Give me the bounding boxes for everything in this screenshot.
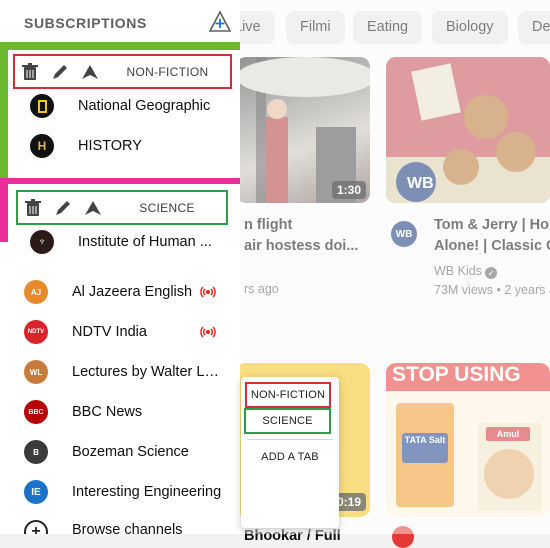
chip-more[interactable]: De [518, 11, 550, 44]
natgeo-avatar [30, 94, 54, 118]
sidebar-channel-item[interactable]: IE Interesting Engineering [0, 472, 240, 512]
sidebar: SUBSCRIPTIONS NON-FICTION National Geogr… [0, 0, 240, 534]
thumbnail-banner-text: STOP USING [392, 363, 521, 386]
channel-name: NDTV India [72, 324, 147, 340]
channel-avatar[interactable] [392, 526, 414, 548]
live-icon [200, 286, 216, 298]
tab-toolbar-nonfiction: NON-FICTION [13, 54, 232, 89]
video-meta: rs ago [244, 282, 279, 296]
pizza-pack-label: Amul [486, 427, 530, 441]
channel-name: Al Jazeera English [72, 284, 193, 300]
channel-name: BBC News [72, 404, 143, 420]
video-thumbnail[interactable]: STOP USING TATA Salt Amul [386, 363, 550, 517]
video-thumbnail[interactable]: 1:30 [236, 57, 370, 203]
channel-name: WB Kids [434, 264, 482, 278]
collapse-icon[interactable] [75, 57, 105, 87]
video-meta: 73M views • 2 years a [434, 283, 550, 297]
tab-label: SCIENCE [139, 200, 195, 215]
sidebar-channel-item[interactable]: NDTV NDTV India [0, 312, 240, 352]
add-a-tab-button[interactable]: ADD A TAB [245, 446, 335, 470]
channel-name: Lectures by Walter Le... [72, 364, 220, 380]
collapse-icon[interactable] [78, 193, 108, 223]
sidebar-channel-item[interactable]: WL Lectures by Walter Le... [0, 352, 240, 392]
browse-channels-item[interactable]: + Browse channels [0, 512, 240, 534]
channel-name: Institute of Human ... [78, 234, 212, 250]
tab-toolbar-science: SCIENCE [16, 190, 228, 225]
channel-name: Interesting Engineering [72, 484, 222, 500]
video-title-line2[interactable]: air hostess doi... [244, 236, 374, 257]
bozeman-avatar: B [24, 440, 48, 464]
channel-name: HISTORY [78, 138, 142, 154]
salt-pack: TATA Salt [396, 403, 454, 507]
ndtv-avatar: NDTV [24, 320, 48, 344]
subscriptions-heading: SUBSCRIPTIONS [24, 15, 147, 31]
delete-icon[interactable] [15, 57, 45, 87]
channel-name: National Geographic [78, 98, 211, 114]
video-channel[interactable]: WB Kids ✓ [434, 264, 498, 279]
video-title-line1[interactable]: Bhookar / Full [244, 526, 374, 547]
channel-name: Bozeman Science [72, 444, 189, 460]
video-title-line1[interactable]: n flight [244, 215, 374, 236]
aljazeera-avatar: AJ [24, 280, 48, 304]
ie-avatar: IE [24, 480, 48, 504]
chip-filmi[interactable]: Filmi [286, 11, 345, 44]
live-icon [200, 326, 216, 338]
popup-item-nonfiction[interactable]: NON-FICTION [245, 382, 331, 408]
channel-avatar[interactable]: WB [391, 221, 417, 247]
channel-name: Browse channels [72, 522, 183, 534]
add-tab-icon[interactable] [208, 10, 232, 34]
ihmc-avatar: ♆ [30, 230, 54, 254]
thumbnail-art: WB [386, 57, 550, 203]
history-avatar: H [30, 134, 54, 158]
sidebar-channel-item[interactable]: ♆ Institute of Human ... [0, 222, 240, 262]
browse-channels-icon: + [24, 520, 48, 534]
bbc-avatar: BBC [24, 400, 48, 424]
walter-lewin-avatar: WL [24, 360, 48, 384]
video-title-line2[interactable]: Alone! | Classic Ca [434, 236, 550, 257]
video-thumbnail[interactable]: WB [386, 57, 550, 203]
video-title-line1[interactable]: Tom & Jerry | Hom [434, 215, 550, 236]
sidebar-channel-item[interactable]: National Geographic [0, 86, 240, 126]
tab-label: NON-FICTION [126, 64, 209, 79]
pizza-image [484, 449, 534, 499]
verified-icon: ✓ [485, 267, 498, 279]
popup-divider [247, 439, 333, 440]
sidebar-channel-item[interactable]: H HISTORY [0, 126, 240, 166]
sidebar-channel-item[interactable]: B Bozeman Science [0, 432, 240, 472]
video-duration: 1:30 [331, 181, 366, 199]
popup-item-science[interactable]: SCIENCE [244, 408, 331, 434]
edit-icon[interactable] [45, 57, 75, 87]
salt-pack-label: TATA Salt [402, 433, 448, 463]
pizza-pack: Amul [478, 423, 542, 511]
chip-eating[interactable]: Eating [353, 11, 423, 44]
chip-biology[interactable]: Biology [432, 11, 508, 44]
svg-text:WB: WB [407, 175, 434, 192]
sidebar-channel-item[interactable]: AJ Al Jazeera English [0, 272, 240, 312]
edit-icon[interactable] [48, 193, 78, 223]
sidebar-channel-item[interactable]: BBC BBC News [0, 392, 240, 432]
add-to-tab-popup: NON-FICTION SCIENCE ADD A TAB [241, 377, 339, 528]
delete-icon[interactable] [18, 193, 48, 223]
